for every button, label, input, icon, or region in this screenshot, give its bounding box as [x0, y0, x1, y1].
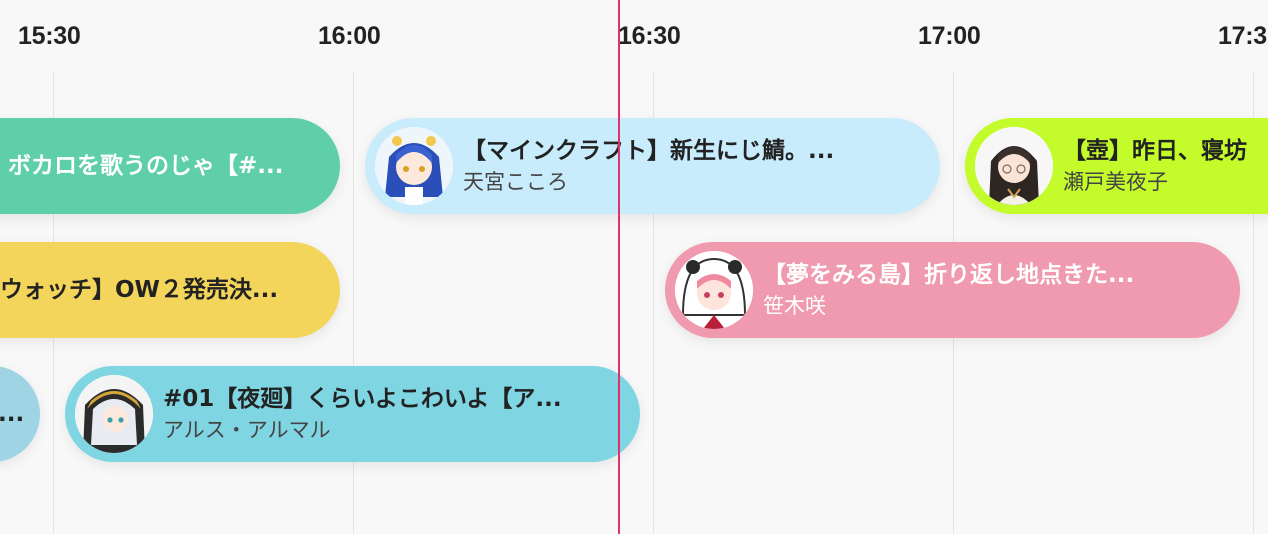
gridline	[353, 72, 354, 534]
stream-card[interactable]: ウォッチ】OW２発売決...	[0, 242, 340, 338]
avatar-panda-hood-girl-icon	[675, 251, 753, 329]
stream-title: 【夢をみる島】折り返し地点きた...	[763, 262, 1135, 288]
stream-card[interactable]: 【壺】昨日、寝坊 瀬戸美夜子	[965, 118, 1268, 214]
stream-title: ウォッチ】OW２発売決...	[0, 277, 279, 303]
stream-card[interactable]: #01【夜廻】くらいよこわいよ【ア... アルス・アルマル	[65, 366, 640, 462]
stream-title: #01【夜廻】くらいよこわいよ【ア...	[163, 386, 562, 412]
stream-card[interactable]: 【マインクラフト】新生にじ鯖。... 天宮こころ	[365, 118, 940, 214]
stream-title: ボカロを歌うのじゃ【#...	[8, 153, 284, 179]
schedule-timeline: 15:30 16:00 16:30 17:00 17:3 ボカロを歌うのじゃ【#…	[0, 0, 1268, 534]
stream-card[interactable]: ...	[0, 366, 40, 462]
stream-title: ...	[0, 401, 25, 427]
time-label-1530: 15:30	[18, 22, 81, 50]
time-label-1630: 16:30	[618, 22, 681, 50]
stream-card[interactable]: ボカロを歌うのじゃ【#...	[0, 118, 340, 214]
stream-title: 【マインクラフト】新生にじ鯖。...	[463, 138, 835, 164]
stream-card[interactable]: 【夢をみる島】折り返し地点きた... 笹木咲	[665, 242, 1240, 338]
avatar-white-hair-hood-icon	[75, 375, 153, 453]
channel-name: 笹木咲	[763, 294, 826, 318]
time-label-1730: 17:3	[1218, 22, 1267, 50]
avatar-blue-hair-girl-icon	[375, 127, 453, 205]
channel-name: 天宮こころ	[463, 170, 568, 194]
channel-name: 瀬戸美夜子	[1063, 170, 1168, 194]
channel-name: アルス・アルマル	[163, 418, 331, 442]
time-label-1600: 16:00	[318, 22, 381, 50]
time-label-1700: 17:00	[918, 22, 981, 50]
current-time-indicator	[618, 0, 620, 534]
stream-title: 【壺】昨日、寝坊	[1063, 138, 1247, 164]
avatar-glasses-woman-icon	[975, 127, 1053, 205]
